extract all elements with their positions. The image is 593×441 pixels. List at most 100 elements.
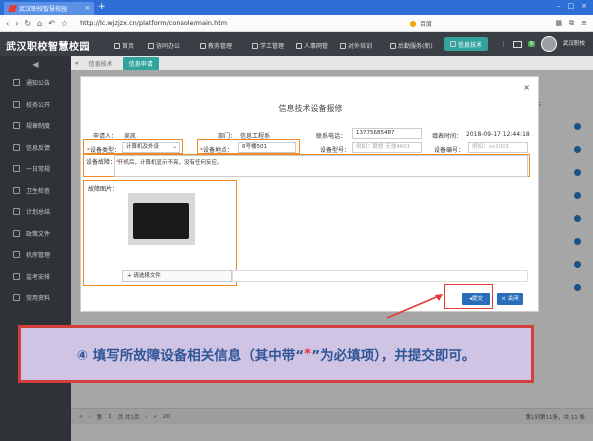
location-field[interactable]: 6号楼501 [238, 142, 296, 153]
sidebar-item-plans[interactable]: 计划总结 [0, 201, 71, 223]
sidebar-item-label: 卫生检查 [26, 187, 51, 195]
sidebar-item-notice[interactable]: 通知公告 [0, 72, 71, 94]
star-icon[interactable]: ☆ [61, 19, 68, 28]
rules-icon [13, 122, 20, 130]
close-tab-icon[interactable]: × [85, 5, 90, 12]
url-field[interactable]: http://lc.wjzjzx.cn/platform/console/mai… [80, 19, 227, 27]
mail-badge: 9 [527, 41, 535, 47]
subtab-prev-icon[interactable]: « [75, 60, 79, 67]
nav-label: 后勤服务(新) [398, 43, 433, 50]
close-button[interactable]: × 关闭 [497, 293, 523, 305]
model-label: 设备型号： [320, 147, 351, 154]
time-label: 填表时间： [432, 133, 463, 140]
sidebar-item-label: 机房管理 [26, 252, 51, 260]
grid-icon[interactable]: ▦ [556, 19, 563, 28]
sidebar-item-daily[interactable]: 一日常规 [0, 158, 71, 180]
header-user-area: ⋮ 9 武汉职校 [501, 36, 585, 52]
sidebar-item-label: 校务公开 [26, 101, 51, 109]
sidebar-item-public[interactable]: 校务公开 [0, 94, 71, 116]
choose-file-button[interactable]: + 请选择文件 [122, 270, 232, 282]
office-icon [148, 42, 154, 49]
monitor-image [133, 203, 189, 239]
banner-text-start: ④ 填写所故障设备相关信息（其中带“ [76, 348, 305, 364]
more-icon[interactable]: ⋮ [501, 41, 507, 48]
browser-tab-title: 武汉职校智慧校园 [19, 6, 68, 13]
app-logo[interactable]: 武汉职校智慧校园 [6, 38, 90, 53]
tab-it[interactable]: 信息技术 [83, 57, 119, 70]
reload-icon[interactable]: ↻ [24, 19, 31, 28]
nav-student[interactable]: 学工管理 [252, 41, 284, 50]
search-engine-icon [410, 20, 416, 27]
sidebar-item-rules[interactable]: 规章制度 [0, 115, 71, 137]
window-controls: – □ × [557, 2, 587, 10]
public-icon [13, 100, 20, 108]
sidebar-toggle-icon[interactable]: ◀ [0, 56, 71, 72]
number-field[interactable]: 例如：xn1001 [468, 142, 528, 153]
new-tab-button[interactable]: + [98, 2, 106, 12]
nav-hr[interactable]: 人事网管 [296, 41, 328, 50]
hygiene-icon [13, 186, 20, 194]
time-value: 2018-09-17 12:44:18 [466, 131, 530, 138]
location-label: *设备地点： [200, 145, 233, 154]
site-logo-icon [8, 5, 17, 12]
nav-home[interactable]: 首页 [114, 41, 134, 50]
close-icon[interactable]: × [523, 83, 530, 92]
phone-field[interactable]: 13775685487 [352, 128, 422, 139]
sidebar-item-label: 计划总结 [26, 209, 51, 217]
sidebar-item-label: 常用资料 [26, 295, 51, 303]
type-select-value: 计算机及外设 [126, 144, 160, 150]
instruction-banner: ④ 填写所故障设备相关信息（其中带“ * ”为必填项），并提交即可。 [18, 325, 534, 383]
sidebar-item-lab[interactable]: 机房管理 [0, 244, 71, 266]
computer-icon [450, 41, 456, 47]
close-window-icon[interactable]: × [581, 2, 587, 10]
document-icon [13, 229, 20, 237]
home-icon[interactable]: ⌂ [37, 19, 42, 28]
file-name-field [232, 270, 528, 282]
nav-training[interactable]: 对外培训 [340, 41, 372, 50]
choose-file-label: 请选择文件 [133, 273, 161, 279]
nav-logistics[interactable]: 后勤服务(新) [390, 41, 433, 50]
fault-label-text: 设备故障： [86, 159, 117, 166]
nav-academic[interactable]: 教务管理 [200, 41, 232, 50]
home-icon [114, 42, 120, 49]
lab-icon [13, 251, 20, 259]
sidebar-item-policy[interactable]: 政策文件 [0, 223, 71, 245]
model-field[interactable]: 例如：联想 天逸4601 [352, 142, 422, 153]
fault-textarea[interactable]: 开机后，计算机显示不亮，没有任何反应。 [114, 155, 528, 177]
type-select[interactable]: 计算机及外设 ⌄ [122, 142, 180, 153]
nav-it[interactable]: 信息技术 [444, 37, 489, 51]
maximize-icon[interactable]: □ [568, 2, 575, 10]
undo-icon[interactable]: ↶ [48, 19, 55, 28]
feedback-icon [13, 143, 20, 151]
plan-icon [13, 208, 20, 216]
folder-icon [13, 294, 20, 302]
close-label: 关闭 [507, 296, 519, 302]
browser-tab[interactable]: 武汉职校智慧校园 × [4, 2, 94, 15]
nav-label: 协同办公 [156, 43, 181, 50]
sidebar-item-label: 政策文件 [26, 230, 51, 238]
menu-icon[interactable]: ≡ [581, 19, 587, 28]
sidebar-item-label: 信息反馈 [26, 144, 51, 152]
exam-icon [13, 272, 20, 280]
username[interactable]: 武汉职校 [563, 41, 585, 47]
nav-label: 信息技术 [458, 41, 483, 49]
sidebar-item-exam[interactable]: 监考安排 [0, 266, 71, 288]
nav-office[interactable]: 协同办公 [148, 41, 180, 50]
extension-icon[interactable]: ⧉ [569, 19, 574, 28]
modal-title: 信息技术设备报修 [278, 104, 343, 113]
nav-label: 对外培训 [348, 43, 373, 50]
tab-info-apply[interactable]: 信息申请 [122, 56, 159, 70]
photo-label: 故障图片： [88, 186, 119, 193]
sidebar-item-hygiene[interactable]: 卫生检查 [0, 180, 71, 202]
search-engine[interactable]: 百度 [410, 19, 432, 28]
sidebar-item-feedback[interactable]: 信息反馈 [0, 137, 71, 159]
minimize-icon[interactable]: – [557, 2, 561, 10]
mail-icon[interactable] [512, 40, 522, 48]
avatar[interactable] [540, 36, 557, 52]
sidebar-item-resources[interactable]: 常用资料 [0, 287, 71, 309]
number-label: 设备编号： [434, 147, 465, 154]
forward-icon[interactable]: › [15, 19, 18, 28]
back-icon[interactable]: ‹ [6, 19, 9, 28]
submit-button[interactable]: ◂提交 [462, 293, 490, 305]
nav-label: 首页 [122, 43, 135, 50]
